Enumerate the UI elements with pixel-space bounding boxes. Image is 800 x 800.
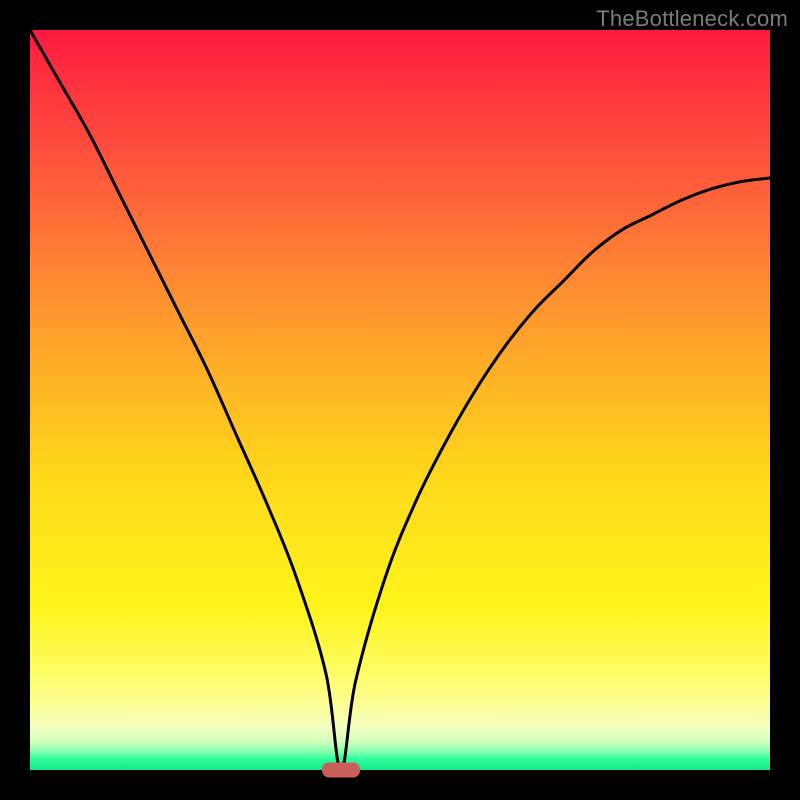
plot-area [30,30,770,770]
watermark-text: TheBottleneck.com [596,6,788,32]
chart-frame: TheBottleneck.com [0,0,800,800]
bottleneck-curve [30,30,770,770]
minimum-marker [322,763,360,778]
